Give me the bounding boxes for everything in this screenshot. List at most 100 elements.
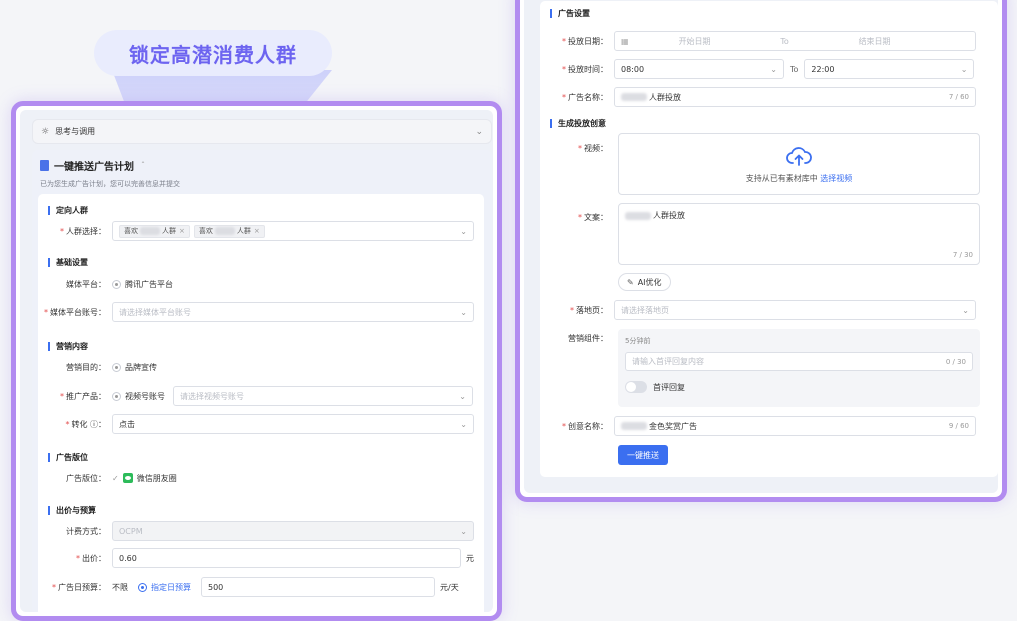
creative-form: 广告设置 * 投放日期： ▦ 开始日期 To 结束日期 * 投放时间： 08:00 ⌄… xyxy=(540,1,998,477)
date-label: 投放日期： xyxy=(568,36,608,46)
marketing-goal-row: 营销目的： 品牌宣传 xyxy=(38,357,484,377)
placement-label: 广告版位： xyxy=(66,473,106,483)
check-icon[interactable]: ✓ xyxy=(112,474,119,483)
cloud-upload-icon xyxy=(786,146,812,166)
conversion-select[interactable]: 点击 ⌄ xyxy=(112,414,474,434)
ad-name-count: 7 / 60 xyxy=(948,93,969,101)
time-row: * 投放时间： 08:00 ⌄ To 22:00 ⌄ xyxy=(540,59,986,79)
product-select[interactable]: 请选择视频号账号 ⌄ xyxy=(173,386,473,406)
section-creative: 生成投放创意 xyxy=(550,119,606,128)
date-range-picker[interactable]: ▦ 开始日期 To 结束日期 xyxy=(614,31,976,51)
creative-name-count: 9 / 60 xyxy=(948,422,969,430)
first-reply-count: 0 / 30 xyxy=(945,357,966,366)
component-sub: 5分钟前 xyxy=(625,337,651,345)
media-account-row: * 媒体平台账号： 请选择媒体平台账号 ⌄ xyxy=(38,302,484,322)
close-icon[interactable]: × xyxy=(179,227,185,235)
ad-creative-panel: 广告设置 * 投放日期： ▦ 开始日期 To 结束日期 * 投放时间： 08:00 ⌄… xyxy=(515,0,1007,502)
plan-subtitle: 已为您生成广告计划，您可以完善信息并提交 xyxy=(40,180,180,188)
plan-form: 定向人群 * 人群选择： 喜欢 人群 × 喜欢 人群 × ⌄ 基础设置 媒体平台： 腾讯广… xyxy=(38,194,484,612)
section-bid: 出价与预算 xyxy=(48,506,96,515)
component-label: 营销组件： xyxy=(568,333,608,343)
bid-row: * 出价： 0.60 元 xyxy=(38,548,484,568)
media-account-label: 媒体平台账号： xyxy=(50,307,106,317)
push-button[interactable]: 一键推送 xyxy=(618,445,668,465)
calendar-icon: ▦ xyxy=(621,36,629,46)
time-start-select[interactable]: 08:00 ⌄ xyxy=(614,59,784,79)
budget-row: * 广告日预算： 不限 指定日预算 500 元/天 xyxy=(38,577,484,597)
select-video-link[interactable]: 选择视频 xyxy=(820,174,852,183)
section-ad-settings: 广告设置 xyxy=(550,9,590,18)
creative-name-input[interactable]: 金色奖赏广告 9 / 60 xyxy=(614,416,976,436)
document-icon xyxy=(40,160,49,171)
plan-card: 一键推送广告计划 ˆ 已为您生成广告计划，您可以完善信息并提交 定向人群 * 人群… xyxy=(32,150,492,612)
marketing-goal-label: 营销目的： xyxy=(66,362,106,372)
marketing-goal-radio[interactable]: 品牌宣传 xyxy=(112,362,157,373)
bid-label: 出价： xyxy=(82,553,106,563)
close-icon[interactable]: × xyxy=(254,227,260,235)
media-platform-row: 媒体平台： 腾讯广告平台 xyxy=(38,274,484,294)
chevron-down-icon: ⌄ xyxy=(960,64,968,74)
audience-tag: 喜欢 人群 × xyxy=(193,224,265,238)
budget-input[interactable]: 500 xyxy=(201,577,435,597)
bid-input[interactable]: 0.60 xyxy=(112,548,461,568)
upload-hint: 支持从已有素材库中 xyxy=(745,173,818,183)
chevron-down-icon: ⌄ xyxy=(459,391,466,401)
chevron-down-icon: ⌄ xyxy=(460,526,467,536)
collapse-label: 思考与调用 xyxy=(55,127,96,136)
copy-textarea[interactable]: 人群投放 7 / 30 xyxy=(618,203,980,265)
media-account-select[interactable]: 请选择媒体平台账号 ⌄ xyxy=(112,302,474,322)
media-platform-label: 媒体平台： xyxy=(66,279,106,289)
ai-optimize-button[interactable]: ✎ AI优化 xyxy=(618,273,671,291)
chevron-down-icon[interactable]: ⌄ xyxy=(475,127,483,137)
first-reply-input[interactable]: 请输入首评回复内容 0 / 30 xyxy=(625,352,973,371)
product-label: 推广产品： xyxy=(66,391,106,401)
video-upload[interactable]: 支持从已有素材库中 选择视频 xyxy=(618,133,980,195)
audience-tag: 喜欢 人群 × xyxy=(119,224,190,238)
chevron-up-icon[interactable]: ˆ xyxy=(141,161,145,170)
budget-label: 广告日预算： xyxy=(58,582,106,592)
section-basic: 基础设置 xyxy=(48,258,88,267)
magic-wand-icon: ✎ xyxy=(627,277,634,287)
creative-name-row: * 创意名称： 金色奖赏广告 9 / 60 xyxy=(540,416,986,436)
product-radio[interactable]: 视频号账号 xyxy=(112,391,165,402)
bulb-icon: ☼ xyxy=(41,126,50,137)
conversion-label: 转化 ⓘ： xyxy=(71,419,106,429)
audience-row: * 人群选择： 喜欢 人群 × 喜欢 人群 × ⌄ xyxy=(38,221,484,241)
landing-select[interactable]: 请选择落地页 ⌄ xyxy=(614,300,976,320)
budget-unit: 元/天 xyxy=(440,582,459,592)
copy-label: 文案： xyxy=(584,212,608,222)
thinking-collapse[interactable]: ☼ 思考与调用 ⌄ xyxy=(32,119,492,144)
audience-select[interactable]: 喜欢 人群 × 喜欢 人群 × ⌄ xyxy=(112,221,474,241)
audience-label: 人群选择： xyxy=(66,226,106,236)
plan-title: 一键推送广告计划 xyxy=(54,162,134,173)
component-box: 5分钟前 请输入首评回复内容 0 / 30 首评回复 xyxy=(618,329,980,407)
billing-select: OCPM ⌄ xyxy=(112,521,474,541)
ad-name-label: 广告名称： xyxy=(568,92,608,102)
section-marketing: 营销内容 xyxy=(48,342,88,351)
billing-label: 计费方式： xyxy=(66,526,106,536)
time-end-select[interactable]: 22:00 ⌄ xyxy=(804,59,975,79)
chevron-down-icon: ⌄ xyxy=(770,64,777,74)
chevron-down-icon: ⌄ xyxy=(460,307,467,317)
conversion-row: * 转化 ⓘ： 点击 ⌄ xyxy=(38,414,484,434)
headline-bubble: 锁定高潜消费人群 xyxy=(94,30,332,76)
budget-specified-radio[interactable]: 指定日预算 xyxy=(138,582,191,593)
copy-count: 7 / 30 xyxy=(952,251,973,259)
placement-row: 广告版位： ✓ 微信朋友圈 xyxy=(38,468,484,488)
chevron-down-icon: ⌄ xyxy=(962,305,969,315)
first-reply-toggle[interactable] xyxy=(625,381,647,393)
media-platform-radio[interactable]: 腾讯广告平台 xyxy=(112,279,173,290)
chevron-down-icon: ⌄ xyxy=(460,419,467,429)
ad-name-row: * 广告名称： 人群投放 7 / 60 xyxy=(540,87,986,107)
budget-unlimited-radio[interactable]: 不限 xyxy=(112,582,128,593)
landing-label: 落地页： xyxy=(576,305,608,315)
headline-text: 锁定高潜消费人群 xyxy=(129,42,297,67)
section-placement: 广告版位 xyxy=(48,453,88,462)
section-audience: 定向人群 xyxy=(48,206,88,215)
time-label: 投放时间： xyxy=(568,64,608,74)
ad-name-input[interactable]: 人群投放 7 / 60 xyxy=(614,87,976,107)
date-row: * 投放日期： ▦ 开始日期 To 结束日期 xyxy=(540,31,986,51)
time-to-label: To xyxy=(790,64,799,74)
billing-row: 计费方式： OCPM ⌄ xyxy=(38,521,484,541)
video-label: 视频： xyxy=(584,143,608,153)
